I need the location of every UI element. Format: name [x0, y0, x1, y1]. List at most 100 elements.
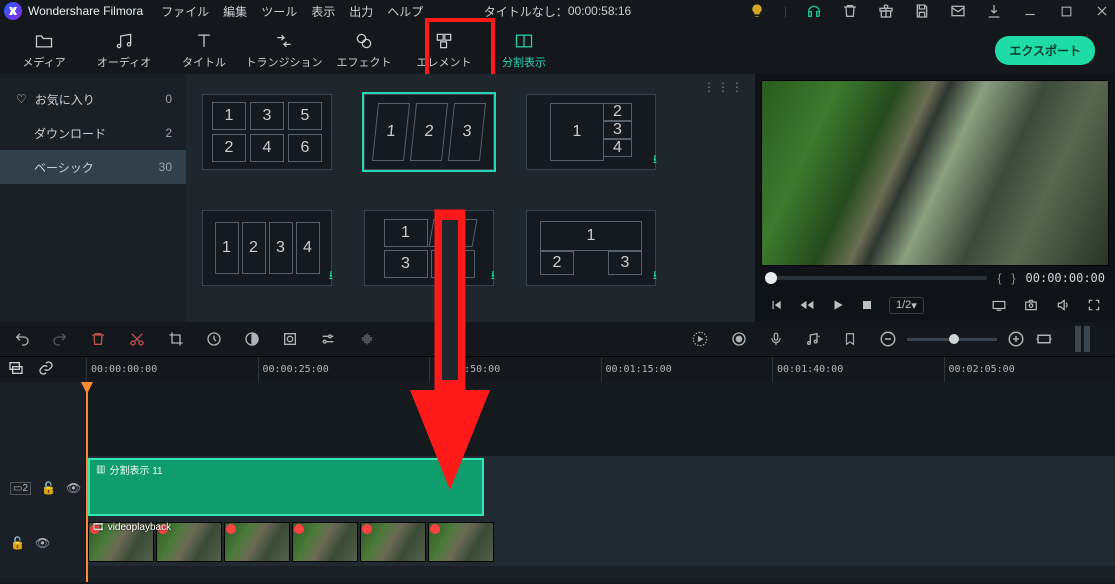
eye-icon[interactable]: 👁 [66, 481, 81, 495]
marker-icon[interactable] [843, 331, 857, 347]
window-close[interactable] [1093, 2, 1111, 20]
doc-time: 00:00:58:16 [568, 4, 631, 18]
layout-card-6[interactable]: 1 2 3 ⭳ [526, 210, 656, 286]
sidebar-item-download[interactable]: ダウンロード 2 [0, 116, 186, 150]
menu-view[interactable]: 表示 [311, 3, 335, 20]
zoom-slider[interactable] [907, 338, 997, 341]
download-icon[interactable] [985, 2, 1003, 20]
fullscreen-icon[interactable] [1087, 298, 1101, 312]
zoom-out-icon[interactable] [879, 330, 897, 348]
cell: 1 [215, 222, 239, 274]
lock-icon[interactable]: 🔓 [10, 536, 25, 550]
menu-output[interactable]: 出力 [349, 3, 373, 20]
quality-icon[interactable] [991, 298, 1007, 312]
tab-split[interactable]: 分割表示 [484, 26, 564, 74]
audio-meters[interactable] [1075, 326, 1101, 352]
cut-icon[interactable] [128, 331, 146, 347]
undo-icon[interactable] [14, 331, 30, 347]
sep: | [784, 4, 787, 18]
redo-icon[interactable] [52, 331, 68, 347]
headset-icon[interactable] [805, 2, 823, 20]
track-manage-icon[interactable] [8, 360, 24, 379]
tab-media[interactable]: メディア [4, 26, 84, 74]
speed-icon[interactable] [206, 331, 222, 347]
menu-help[interactable]: ヘルプ [387, 3, 423, 20]
snapshot-icon[interactable] [1023, 298, 1039, 312]
volume-icon[interactable] [1055, 298, 1071, 312]
layout-card-2[interactable]: 1 2 3 [364, 94, 494, 170]
ruler-tick: 00:01:40:00 [772, 357, 944, 382]
ruler-tick: 00:02:05:00 [944, 357, 1115, 382]
adjust-icon[interactable] [320, 331, 336, 347]
save-icon[interactable] [913, 2, 931, 20]
tab-effect[interactable]: エフェクト [324, 26, 404, 74]
category-tabs: メディア オーディオ タイトル トランジション エフェクト エレメント 分割表示… [0, 22, 1115, 74]
eye-icon[interactable]: 👁 [35, 536, 50, 550]
tab-title[interactable]: タイトル [164, 26, 244, 74]
tab-transition[interactable]: トランジション [244, 26, 324, 74]
trash-icon[interactable] [841, 2, 859, 20]
mail-icon[interactable] [949, 2, 967, 20]
window-minimize[interactable] [1021, 2, 1039, 20]
speed-button[interactable]: 1/2 ▾ [889, 297, 924, 314]
cell: 4 [250, 134, 284, 162]
record-icon[interactable] [731, 331, 747, 347]
cell: 5 [288, 102, 322, 130]
track-num: 2 [22, 483, 28, 494]
rewind-icon[interactable] [799, 298, 815, 312]
greenscreen-icon[interactable] [282, 331, 298, 347]
zoom-in-icon[interactable] [1007, 330, 1025, 348]
tab-audio[interactable]: オーディオ [84, 26, 164, 74]
download-badge-icon: ⭳ [329, 266, 333, 287]
music-icon [113, 30, 135, 52]
menu-edit[interactable]: 編集 [223, 3, 247, 20]
lane[interactable]: ▥ 分割表示 11 [86, 456, 1115, 520]
lane[interactable]: 🎞 videoplayback [86, 520, 1115, 566]
render-icon[interactable] [691, 330, 709, 348]
lane[interactable] [86, 382, 1115, 456]
layout-card-1[interactable]: 1 3 5 2 4 6 [202, 94, 332, 170]
color-icon[interactable] [244, 331, 260, 347]
download-badge-icon: ⭳ [653, 150, 657, 171]
titlebar: Wondershare Filmora ファイル 編集 ツール 表示 出力 ヘル… [0, 0, 1115, 22]
play-icon[interactable] [831, 298, 845, 312]
delete-icon[interactable] [90, 331, 106, 347]
tips-icon[interactable] [748, 2, 766, 20]
voiceover-icon[interactable] [769, 330, 783, 348]
lock-icon[interactable]: 🔓 [41, 481, 56, 495]
cell: 3 [604, 121, 632, 139]
gift-icon[interactable] [877, 2, 895, 20]
layout-card-3[interactable]: 1 2 3 4 ⭳ [526, 94, 656, 170]
sidebar-item-basic[interactable]: ベーシック 30 [0, 150, 186, 184]
track-empty [0, 382, 1115, 456]
timeline-ruler[interactable]: 00:00:00:00 00:00:25:00 00:00:50:00 00:0… [0, 356, 1115, 382]
prev-frame-icon[interactable] [769, 298, 783, 312]
tab-element[interactable]: エレメント [404, 26, 484, 74]
document-title: タイトルなし ： 00:00:58:16 [484, 3, 631, 20]
playhead[interactable] [86, 382, 88, 582]
cell: 4 [296, 222, 320, 274]
menu-file[interactable]: ファイル [161, 3, 209, 20]
sidebar-item-favorites[interactable]: ♡ お気に入り 0 [0, 82, 186, 116]
cell: 4 [604, 139, 632, 157]
cell: 2 [604, 103, 632, 121]
stop-icon[interactable] [861, 299, 873, 311]
grip-icon[interactable]: ⋮⋮⋮ [703, 80, 745, 94]
audio-wave-icon[interactable] [358, 331, 376, 347]
preview-progress[interactable] [765, 276, 987, 280]
clip-splitscreen[interactable]: ▥ 分割表示 11 [88, 458, 484, 516]
crop-icon[interactable] [168, 331, 184, 347]
mark-out-icon[interactable]: } [1012, 271, 1016, 285]
mixer-icon[interactable] [805, 331, 821, 347]
export-button[interactable]: エクスポート [995, 36, 1095, 65]
menu-tool[interactable]: ツール [261, 3, 297, 20]
layout-card-5[interactable]: 1 2 3 4 ⭳ [364, 210, 494, 286]
window-maximize[interactable] [1057, 2, 1075, 20]
layout-card-4[interactable]: 1 2 3 4 ⭳ [202, 210, 332, 286]
zoom-fit-icon[interactable] [1035, 330, 1053, 348]
tab-title-label: タイトル [182, 54, 226, 70]
track-overlay: ▭2 🔓 👁 ▥ 分割表示 11 [0, 456, 1115, 520]
mark-in-icon[interactable]: { [997, 271, 1001, 285]
preview-video[interactable] [761, 80, 1109, 266]
link-icon[interactable] [38, 360, 54, 379]
